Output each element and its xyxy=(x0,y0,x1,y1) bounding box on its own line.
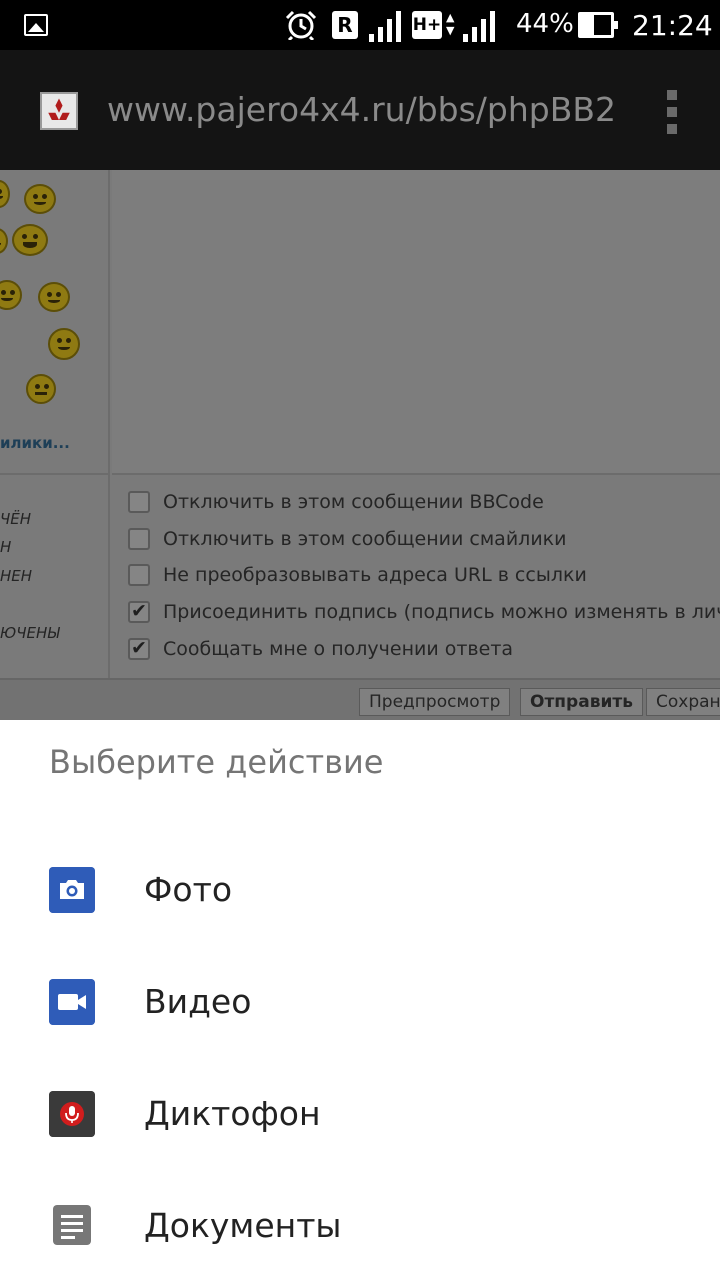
option-label: Отключить в этом сообщении смайлики xyxy=(163,528,567,550)
action-documents[interactable]: Документы xyxy=(0,1170,720,1280)
battery-percent: 44% xyxy=(516,9,574,39)
document-icon xyxy=(53,1205,91,1245)
option-label: Отключить в этом сообщении BBCode xyxy=(163,491,544,513)
sheet-title: Выберите действие xyxy=(49,743,384,781)
smiley-icon[interactable] xyxy=(38,282,70,312)
smiley-icon[interactable] xyxy=(26,374,56,404)
alarm-icon xyxy=(285,10,317,40)
mitsubishi-logo-icon xyxy=(40,92,78,130)
action-label: Диктофон xyxy=(144,1094,321,1133)
microphone-icon xyxy=(49,1091,95,1137)
message-textarea[interactable] xyxy=(112,170,720,475)
hplus-icon: H+ xyxy=(412,11,442,39)
checkbox[interactable] xyxy=(128,528,150,550)
smilies-panel: илики... xyxy=(0,170,110,475)
camera-icon xyxy=(49,867,95,913)
post-options: Отключить в этом сообщении BBCode Отключ… xyxy=(112,475,720,678)
checkbox[interactable] xyxy=(128,491,150,513)
smiley-icon[interactable] xyxy=(12,224,48,256)
smiley-icon[interactable] xyxy=(0,180,10,208)
permission-status: НЕН xyxy=(0,567,33,585)
checkbox[interactable] xyxy=(128,564,150,586)
video-camera-icon xyxy=(49,979,95,1025)
signal-icon xyxy=(463,11,495,42)
status-bar: R H+ ▲ ▼ 44% 21:24 xyxy=(0,0,720,50)
option-label: Присоединить подпись (подпись можно изме… xyxy=(163,601,720,623)
image-icon xyxy=(24,14,48,36)
overflow-menu-icon[interactable] xyxy=(660,90,684,134)
option-disable-smilies[interactable]: Отключить в этом сообщении смайлики xyxy=(128,524,567,554)
submit-button[interactable]: Отправить xyxy=(520,688,643,716)
smiley-icon[interactable] xyxy=(0,280,22,310)
permission-status: Н xyxy=(0,538,12,556)
smiley-icon[interactable] xyxy=(0,228,8,254)
clock: 21:24 xyxy=(632,9,713,42)
action-label: Фото xyxy=(144,870,233,909)
action-label: Видео xyxy=(144,982,252,1021)
permission-status: ЧЁН xyxy=(0,510,32,528)
forum-permissions-panel: ЧЁН Н НЕН ЮЧЕНЫ xyxy=(0,475,110,678)
option-label: Не преобразовывать адреса URL в ссылки xyxy=(163,564,587,586)
roaming-icon: R xyxy=(332,11,358,39)
checkbox-checked[interactable] xyxy=(128,600,150,623)
data-arrows-icon: ▲ ▼ xyxy=(446,11,455,37)
option-notify-reply[interactable]: Сообщать мне о получении ответа xyxy=(128,634,513,664)
permission-status: ЮЧЕНЫ xyxy=(0,624,60,642)
form-buttons: Предпросмотр Отправить Сохран xyxy=(0,678,720,720)
smiley-icon[interactable] xyxy=(24,184,56,214)
battery-icon xyxy=(578,12,618,38)
save-button[interactable]: Сохран xyxy=(646,688,720,716)
preview-button[interactable]: Предпросмотр xyxy=(359,688,511,716)
option-attach-signature[interactable]: Присоединить подпись (подпись можно изме… xyxy=(128,597,720,627)
checkbox-checked[interactable] xyxy=(128,637,150,660)
option-disable-url[interactable]: Не преобразовывать адреса URL в ссылки xyxy=(128,560,587,590)
option-disable-bbcode[interactable]: Отключить в этом сообщении BBCode xyxy=(128,487,544,517)
action-voice-recorder[interactable]: Диктофон xyxy=(0,1058,720,1170)
smiley-icon[interactable] xyxy=(48,328,80,360)
action-chooser-sheet: Выберите действие Фото Видео Диктофон До… xyxy=(0,720,720,1280)
url-bar[interactable]: www.pajero4x4.ru/bbs/phpBB2 xyxy=(107,90,616,129)
more-smilies-link[interactable]: илики... xyxy=(0,434,70,452)
action-label: Документы xyxy=(144,1206,342,1245)
action-photo[interactable]: Фото xyxy=(0,834,720,946)
option-label: Сообщать мне о получении ответа xyxy=(163,638,514,660)
action-video[interactable]: Видео xyxy=(0,946,720,1058)
signal-icon xyxy=(369,11,401,42)
webpage-content: илики... ЧЁН Н НЕН ЮЧЕНЫ Отключить в это… xyxy=(0,170,720,720)
